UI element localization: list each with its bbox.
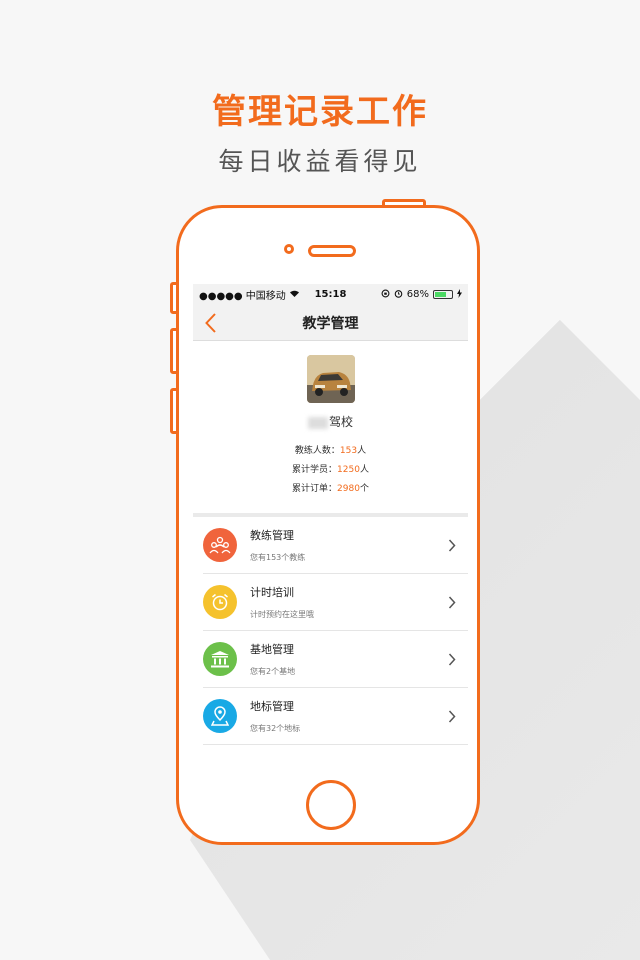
- stat-unit: 个: [359, 484, 369, 494]
- menu-item-subtitle: 您有153个教练: [250, 553, 306, 562]
- stat-label: 累计学员：: [292, 465, 338, 475]
- stat-students: 累计学员：1250人: [193, 461, 468, 480]
- chevron-right-icon: [442, 652, 462, 666]
- school-profile: 驾校 教练人数：153人 累计学员：1250人 累计订单：2980个: [193, 341, 468, 517]
- battery-icon: [433, 290, 453, 299]
- school-name: 驾校: [193, 413, 468, 430]
- phone-speaker: [308, 245, 356, 257]
- school-avatar[interactable]: [306, 355, 355, 403]
- stat-value: 1250: [337, 465, 360, 475]
- menu-item-landmark-management[interactable]: 地标管理 您有32个地标: [203, 688, 468, 745]
- status-bar: ●●●●● 中国移动 15:18 68%: [193, 284, 468, 305]
- carrier-label: ●●●●● 中国移动: [199, 291, 286, 302]
- menu-item-subtitle: 您有32个地标: [250, 724, 301, 733]
- rotation-lock-icon: [381, 289, 390, 301]
- menu-item-title: 计时培训: [250, 586, 294, 599]
- chevron-right-icon: [442, 709, 462, 723]
- menu-item-subtitle: 您有2个基地: [250, 667, 296, 676]
- promo-headline: 管理记录工作: [212, 92, 428, 132]
- school-name-suffix: 驾校: [328, 415, 353, 429]
- menu-item-title: 教练管理: [250, 529, 294, 542]
- building-icon: [203, 642, 237, 676]
- phone-camera: [284, 244, 294, 254]
- school-name-redacted: [307, 416, 328, 429]
- stat-value: 2980: [337, 484, 360, 494]
- navigation-bar: 教学管理: [193, 305, 468, 341]
- chevron-left-icon: [204, 313, 216, 333]
- menu-item-subtitle: 计时预约在这里哦: [250, 610, 314, 619]
- stat-label: 教练人数：: [294, 446, 340, 456]
- chevron-right-icon: [442, 538, 462, 552]
- charging-icon: [457, 288, 462, 301]
- menu-item-title: 基地管理: [250, 643, 294, 656]
- phone-home-button: [306, 780, 356, 830]
- wifi-icon: [289, 289, 300, 301]
- menu-item-timed-training[interactable]: 计时培训 计时预约在这里哦: [203, 574, 468, 631]
- alarm-icon: [394, 289, 403, 301]
- stat-label: 累计订单：: [292, 484, 338, 494]
- school-stats: 教练人数：153人 累计学员：1250人 累计订单：2980个: [193, 442, 468, 499]
- stat-orders: 累计订单：2980个: [193, 480, 468, 499]
- page-title: 教学管理: [302, 315, 359, 332]
- management-menu: 教练管理 您有153个教练 计时培训 计时预约在这里哦 基地管理 您有2个基地 …: [193, 517, 468, 770]
- battery-fill: [435, 292, 446, 297]
- battery-percent: 68%: [406, 289, 429, 300]
- promo-subline: 每日收益看得见: [218, 147, 422, 176]
- car-image: [306, 355, 355, 403]
- menu-item-coach-management[interactable]: 教练管理 您有153个教练: [203, 517, 468, 574]
- people-icon: [203, 528, 237, 562]
- back-button[interactable]: [201, 313, 219, 333]
- phone-frame: ●●●●● 中国移动 15:18 68% 教学管理 驾校 教练人数：153人 累…: [176, 205, 480, 845]
- chevron-right-icon: [442, 595, 462, 609]
- location-pin-icon: [203, 699, 237, 733]
- alarm-clock-icon: [203, 585, 237, 619]
- menu-item-base-management[interactable]: 基地管理 您有2个基地: [203, 631, 468, 688]
- stat-unit: 人: [357, 446, 367, 456]
- menu-item-title: 地标管理: [250, 700, 294, 713]
- stat-unit: 人: [359, 465, 369, 475]
- phone-screen: ●●●●● 中国移动 15:18 68% 教学管理 驾校 教练人数：153人 累…: [193, 284, 468, 770]
- stat-coaches: 教练人数：153人: [193, 442, 468, 461]
- stat-value: 153: [339, 446, 358, 456]
